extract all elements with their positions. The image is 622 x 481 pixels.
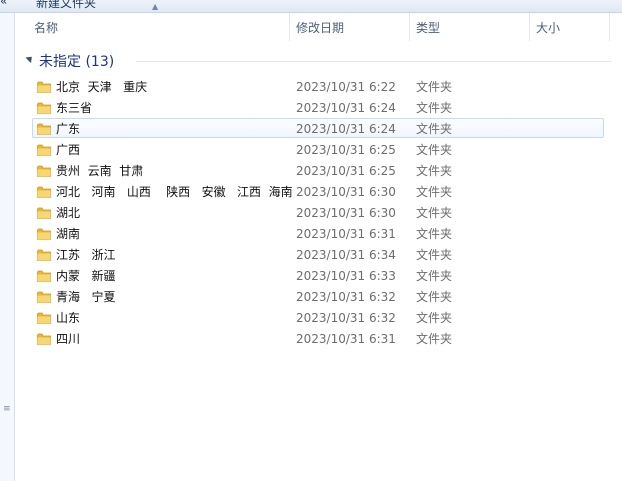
row-name: 江苏 浙江	[56, 248, 116, 262]
table-row[interactable]: 广西 2023/10/31 6:25 文件夹	[32, 139, 604, 159]
row-modified-date: 2023/10/31 6:33	[296, 269, 396, 283]
row-type: 文件夹	[416, 185, 453, 199]
table-row[interactable]: 湖南 2023/10/31 6:31 文件夹	[32, 223, 604, 243]
folder-icon	[37, 228, 51, 240]
sort-ascending-icon: ▲	[152, 2, 159, 11]
row-name: 北京 天津 重庆	[56, 80, 148, 94]
row-type: 文件夹	[416, 290, 453, 304]
row-modified-date: 2023/10/31 6:31	[296, 332, 396, 346]
column-header-size[interactable]: 大小	[530, 13, 610, 41]
row-type: 文件夹	[416, 269, 453, 283]
group-title: 未指定 (13)	[39, 54, 115, 70]
row-modified-date: 2023/10/31 6:30	[296, 185, 396, 199]
table-row[interactable]: 河北 河南 山西 陕西 安徽 江西 海南 2023/10/31 6:30 文件夹	[32, 181, 604, 201]
column-header-bar: ▲ 名称 修改日期 类型 大小	[16, 2, 622, 41]
folder-icon	[37, 291, 51, 303]
explorer-window: « 新建文件夹 ≡ ▲ 名称 修改日期 类型 大小 未指定 (13) 北京 天津…	[0, 0, 622, 481]
group-divider	[136, 61, 612, 62]
row-modified-date: 2023/10/31 6:34	[296, 248, 396, 262]
column-header-type[interactable]: 类型	[410, 13, 530, 41]
new-folder-button[interactable]: 新建文件夹	[36, 0, 96, 11]
folder-icon	[37, 207, 51, 219]
table-row[interactable]: 东三省 2023/10/31 6:24 文件夹	[32, 97, 604, 117]
row-name: 湖北	[56, 206, 81, 220]
row-modified-date: 2023/10/31 6:25	[296, 164, 396, 178]
row-name: 山东	[56, 311, 81, 325]
collapse-triangle-icon[interactable]	[25, 53, 35, 64]
folder-icon	[37, 165, 51, 177]
table-row[interactable]: 内蒙 新疆 2023/10/31 6:33 文件夹	[32, 265, 604, 285]
folder-icon	[37, 81, 51, 93]
table-row[interactable]: 贵州 云南 甘肃 2023/10/31 6:25 文件夹	[32, 160, 604, 180]
row-name: 广西	[56, 143, 81, 157]
row-type: 文件夹	[416, 311, 453, 325]
column-header-type-label: 类型	[416, 21, 441, 35]
column-header-date[interactable]: 修改日期	[290, 13, 410, 41]
folder-icon	[37, 333, 51, 345]
group-header[interactable]: 未指定 (13)	[16, 50, 616, 72]
row-name: 四川	[56, 332, 81, 346]
row-name: 东三省	[56, 101, 93, 115]
row-type: 文件夹	[416, 206, 453, 220]
column-header-date-label: 修改日期	[296, 21, 345, 35]
table-row[interactable]: 湖北 2023/10/31 6:30 文件夹	[32, 202, 604, 222]
column-header-name-label: 名称	[34, 21, 59, 35]
folder-icon	[37, 270, 51, 282]
row-modified-date: 2023/10/31 6:24	[296, 101, 396, 115]
folder-icon	[37, 186, 51, 198]
table-row[interactable]: 青海 宁夏 2023/10/31 6:32 文件夹	[32, 286, 604, 306]
folder-icon	[37, 144, 51, 156]
folder-icon	[37, 102, 51, 114]
row-type: 文件夹	[416, 227, 453, 241]
splitter-grip-icon[interactable]: ≡	[3, 405, 11, 420]
folder-icon	[37, 312, 51, 324]
row-modified-date: 2023/10/31 6:30	[296, 206, 396, 220]
row-type: 文件夹	[416, 332, 453, 346]
table-row[interactable]: 北京 天津 重庆 2023/10/31 6:22 文件夹	[32, 76, 604, 96]
row-name: 广东	[56, 122, 81, 136]
row-type: 文件夹	[416, 143, 453, 157]
row-type: 文件夹	[416, 164, 453, 178]
folder-icon	[37, 123, 51, 135]
row-modified-date: 2023/10/31 6:22	[296, 80, 396, 94]
folder-icon	[37, 249, 51, 261]
row-type: 文件夹	[416, 122, 453, 136]
row-type: 文件夹	[416, 80, 453, 94]
row-name: 青海 宁夏	[56, 290, 116, 304]
table-row[interactable]: 四川 2023/10/31 6:31 文件夹	[32, 328, 604, 348]
table-row[interactable]: 广东 2023/10/31 6:24 文件夹	[32, 118, 604, 138]
row-modified-date: 2023/10/31 6:32	[296, 290, 396, 304]
row-name: 河北 河南 山西 陕西 安徽 江西 海南	[56, 185, 293, 199]
row-modified-date: 2023/10/31 6:32	[296, 311, 396, 325]
row-modified-date: 2023/10/31 6:24	[296, 122, 396, 136]
column-header-name[interactable]: ▲ 名称	[16, 2, 290, 41]
row-modified-date: 2023/10/31 6:31	[296, 227, 396, 241]
table-row[interactable]: 山东 2023/10/31 6:32 文件夹	[32, 307, 604, 327]
row-type: 文件夹	[416, 101, 453, 115]
table-row[interactable]: 江苏 浙江 2023/10/31 6:34 文件夹	[32, 244, 604, 264]
command-bar: « 新建文件夹	[0, 0, 622, 13]
row-name: 内蒙 新疆	[56, 269, 116, 283]
navigation-pane-edge[interactable]: ≡	[0, 13, 15, 481]
column-header-size-label: 大小	[536, 21, 561, 35]
back-menu-icon[interactable]: «	[0, 0, 7, 8]
row-modified-date: 2023/10/31 6:25	[296, 143, 396, 157]
row-name: 湖南	[56, 227, 81, 241]
row-name: 贵州 云南 甘肃	[56, 164, 144, 178]
row-type: 文件夹	[416, 248, 453, 262]
